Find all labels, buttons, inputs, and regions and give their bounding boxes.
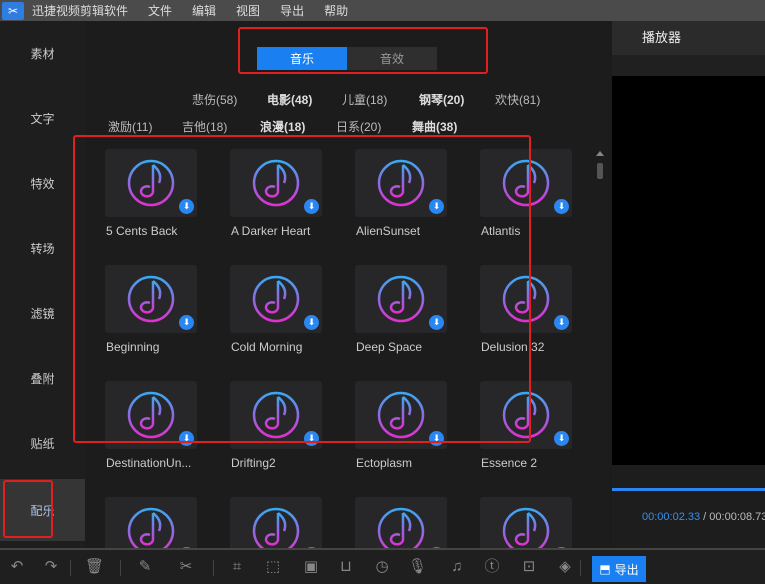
video-preview: [612, 76, 765, 465]
scrollbar[interactable]: [594, 149, 606, 549]
menu-help[interactable]: 帮助: [324, 2, 348, 19]
toolbar-divider: [70, 560, 71, 576]
export-icon: ⬒: [599, 562, 611, 576]
player-title: 播放器: [612, 21, 765, 55]
player-panel: 播放器 00:00:02.33 / 00:00:08.73: [612, 21, 765, 548]
bottom-toolbar: ⬒ 导出 ↶ ↷ 🗑 ✎ ✂ ⌗ ⬚ ▣ ⊔ ◷ 🎙 ♫ ⓣ ⊡ ◈: [0, 548, 765, 584]
export-label: 导出: [614, 562, 639, 577]
track-title: DestinationUn...: [106, 456, 192, 470]
microphone-icon[interactable]: 🎙: [408, 558, 427, 576]
title-bar: ✂ 迅捷视频剪辑软件 文件 编辑 视图 导出 帮助: [0, 0, 765, 21]
highlight-box-sidebar: [3, 480, 53, 538]
category-filter[interactable]: 日系(20): [336, 118, 381, 135]
highlight-box-tabs: [238, 27, 488, 74]
sidebar-item-material[interactable]: 素材: [0, 22, 85, 84]
toolbar-divider: [580, 560, 581, 576]
menu-export[interactable]: 导出: [280, 2, 304, 19]
toolbar-divider: [213, 560, 214, 576]
category-filter[interactable]: 钢琴(20): [419, 91, 464, 108]
time-separator: /: [700, 511, 710, 523]
mosaic-icon[interactable]: ▣: [302, 558, 320, 576]
voice-icon[interactable]: ♫: [448, 558, 466, 576]
total-time: 00:00:08.73: [709, 511, 765, 523]
player-strip: [612, 55, 765, 76]
subtitle-icon[interactable]: ⊡: [520, 558, 538, 576]
category-filter[interactable]: 激励(11): [108, 118, 152, 135]
download-icon[interactable]: ⬇: [554, 431, 569, 446]
export-button[interactable]: ⬒ 导出: [592, 556, 646, 582]
cut-icon[interactable]: ✂: [177, 558, 195, 576]
category-filter[interactable]: 电影(48): [267, 91, 312, 108]
edit-icon[interactable]: ✎: [136, 558, 154, 576]
app-title: 迅捷视频剪辑软件: [32, 4, 129, 18]
category-filter[interactable]: 浪漫(18): [260, 118, 305, 135]
menu-file[interactable]: 文件: [148, 2, 172, 19]
redo-icon[interactable]: ↷: [42, 558, 60, 576]
menu-edit[interactable]: 编辑: [192, 2, 216, 19]
category-filter[interactable]: 儿童(18): [342, 91, 387, 108]
time-display: 00:00:02.33 / 00:00:08.73: [642, 511, 765, 523]
download-icon[interactable]: ⬇: [554, 199, 569, 214]
audio-icon[interactable]: ⊔: [337, 558, 355, 576]
new-feature-icon[interactable]: ◈: [556, 558, 574, 576]
toolbar-divider: [120, 560, 121, 576]
playback-progress[interactable]: [612, 488, 765, 491]
download-icon[interactable]: ⬇: [554, 315, 569, 330]
category-filter[interactable]: 悲伤(58): [192, 91, 237, 108]
scroll-up-icon[interactable]: [596, 151, 604, 156]
current-time: 00:00:02.33: [642, 511, 701, 523]
undo-icon[interactable]: ↶: [8, 558, 26, 576]
text-to-speech-icon[interactable]: ⓣ: [483, 558, 501, 576]
category-filter[interactable]: 欢快(81): [495, 91, 540, 108]
track-title: Drifting2: [231, 456, 276, 470]
track-title: Essence 2: [481, 456, 538, 470]
resize-icon[interactable]: ⬚: [264, 558, 282, 576]
track-title: Ectoplasm: [356, 456, 413, 470]
menu-view[interactable]: 视图: [236, 2, 260, 19]
speed-icon[interactable]: ◷: [373, 558, 391, 576]
category-filter[interactable]: 吉他(18): [182, 118, 227, 135]
app-logo-scissors-icon: ✂: [2, 1, 24, 20]
delete-icon[interactable]: 🗑: [85, 558, 104, 576]
crop-icon[interactable]: ⌗: [228, 558, 246, 576]
highlight-box-tracks: [73, 135, 531, 443]
scroll-thumb[interactable]: [597, 163, 603, 179]
category-filter[interactable]: 舞曲(38): [412, 118, 457, 135]
